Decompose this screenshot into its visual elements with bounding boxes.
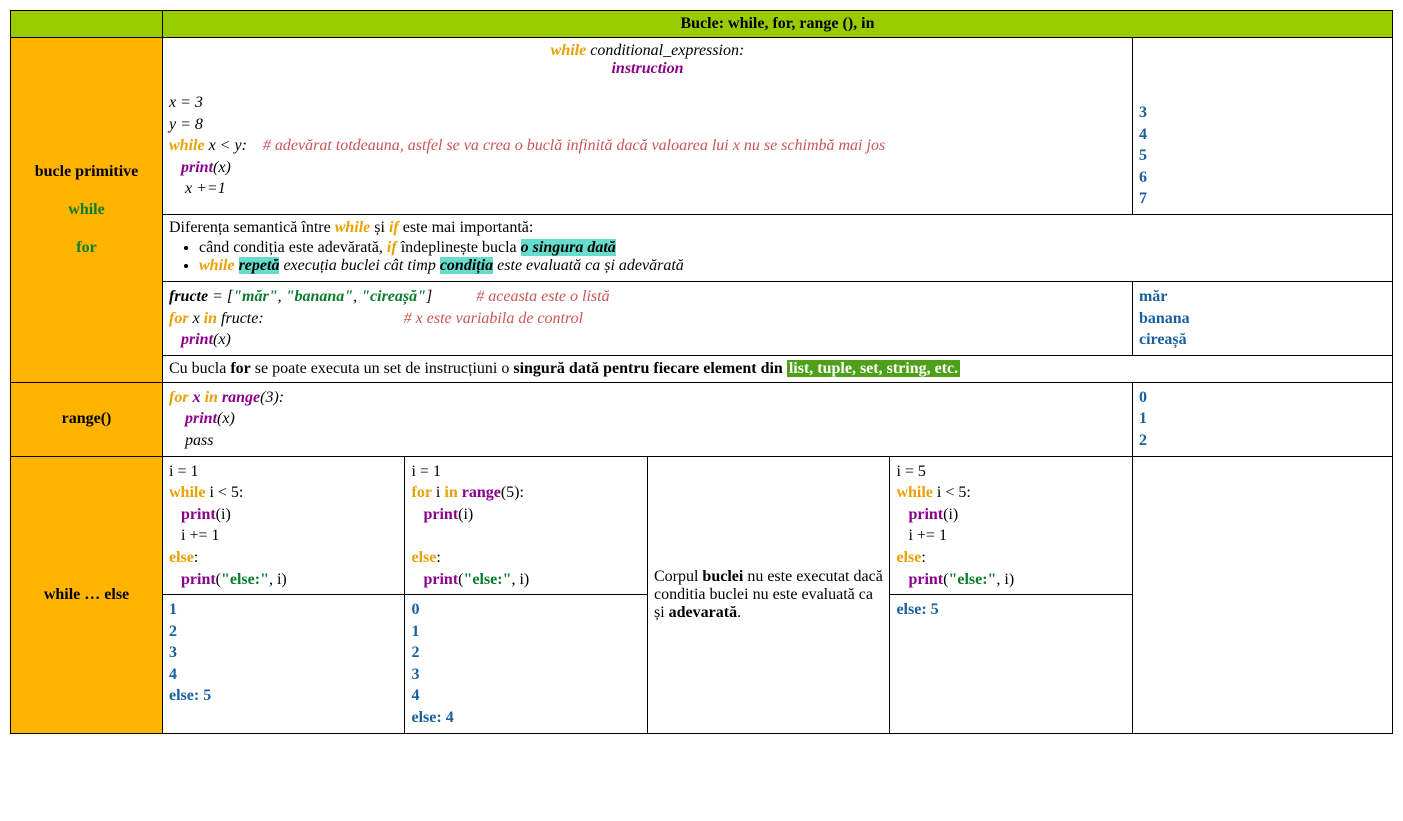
we-col1-out: 1 2 3 4 else: 5 [163,595,405,734]
range-code: for x in range(3): print(x) pass [169,387,1126,452]
semantic-diff-list: când condiția este adevărată, if îndepli… [199,239,1386,275]
range-output: 0 1 2 [1132,382,1392,456]
semantic-diff-cell: Diferența semantică între while și if es… [163,214,1393,281]
label-bucle-primitive: bucle primitive [35,163,139,180]
label-while: while [13,201,160,219]
we-col2-code: i = 1 for i in range(5): print(i) else: … [405,456,647,595]
label-for: for [13,239,160,257]
side-range: range() [11,382,163,456]
table-title: Bucle: while, for, range (), in [163,11,1393,38]
while-syntax-line1: while conditional_expression: [169,42,1126,60]
list-item: while repetă execuția buclei cât timp co… [199,257,1386,275]
for-code: fructe = ["măr", "banana", "cireașă"] # … [169,286,1126,351]
header-empty [11,11,163,38]
while-syntax-cell: while conditional_expression: instructio… [163,38,1133,215]
list-item: când condiția este adevărată, if îndepli… [199,239,1386,257]
side-bucle-primitive: bucle primitive while for [11,38,163,383]
we-col1-code: i = 1 while i < 5: print(i) i += 1 else:… [163,456,405,595]
we-col5-empty [1132,456,1392,733]
for-output: măr banana cireașă [1132,281,1392,355]
we-col3-note: Corpul buclei nu este executat dacă cond… [647,456,889,733]
we-col4-out: else: 5 [890,595,1133,734]
range-code-cell: for x in range(3): print(x) pass [163,382,1133,456]
side-while-else: while … else [11,456,163,733]
we-col2-out: 0 1 2 3 4 else: 4 [405,595,647,734]
while-output: 3 4 5 6 7 [1132,38,1392,215]
for-code-cell: fructe = ["măr", "banana", "cireașă"] # … [163,281,1133,355]
for-desc-cell: Cu bucla for se poate executa un set de … [163,355,1393,382]
we-col4-code: i = 5 while i < 5: print(i) i += 1 else:… [890,456,1133,595]
bucle-table: Bucle: while, for, range (), in bucle pr… [10,10,1393,734]
while-syntax-line2: instruction [169,60,1126,78]
while-code: x = 3 y = 8 while x < y: # adevărat totd… [169,92,1126,200]
